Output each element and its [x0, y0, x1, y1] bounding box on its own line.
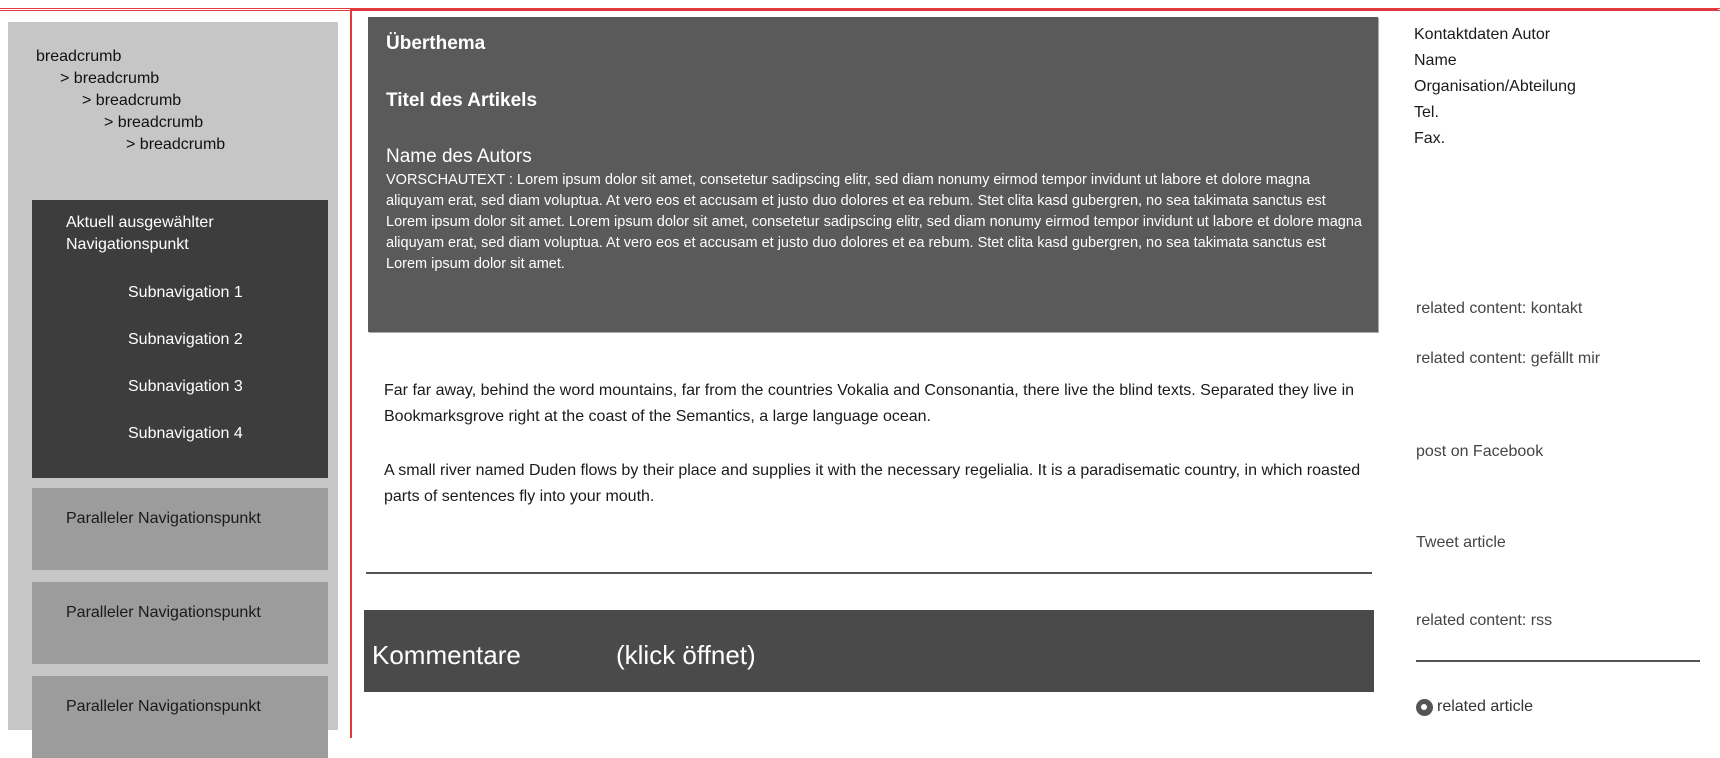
author-contact: Kontaktdaten Autor Name Organisation/Abt… — [1414, 22, 1576, 152]
contact-heading: Kontaktdaten Autor — [1414, 26, 1551, 43]
related-gefaellt-link[interactable]: related content: gefällt mir — [1416, 346, 1636, 371]
comments-toggle[interactable]: Kommentare (klick öffnet) — [364, 610, 1374, 692]
contact-fax: Fax. — [1414, 130, 1446, 147]
nav-item-label: Paralleler Navigationspunkt — [66, 698, 261, 715]
article-paragraph: A small river named Duden flows by their… — [384, 462, 1361, 505]
divider — [366, 572, 1372, 574]
nav-item-parallel[interactable]: Paralleler Navigationspunkt — [32, 582, 328, 664]
right-divider — [1416, 660, 1700, 662]
comments-hint: (klick öffnet) — [616, 640, 756, 670]
breadcrumb-item[interactable]: > breadcrumb — [36, 112, 225, 134]
breadcrumb-item[interactable]: breadcrumb — [36, 46, 225, 68]
related-rss-link[interactable]: related content: rss — [1416, 608, 1552, 633]
nav-item-label: Paralleler Navigationspunkt — [66, 510, 261, 527]
contact-tel: Tel. — [1414, 104, 1439, 121]
nav-item-parallel[interactable]: Paralleler Navigationspunkt — [32, 676, 328, 758]
contact-org: Organisation/Abteilung — [1414, 78, 1576, 95]
breadcrumb-item[interactable]: > breadcrumb — [36, 134, 225, 156]
article-preview: VORSCHAUTEXT : Lorem ipsum dolor sit ame… — [386, 172, 1362, 272]
subnav-item-3[interactable]: Subnavigation 3 — [128, 378, 243, 396]
subnav-item-4[interactable]: Subnavigation 4 — [128, 425, 243, 443]
breadcrumb: breadcrumb > breadcrumb > breadcrumb > b… — [36, 46, 225, 156]
related-kontakt-link[interactable]: related content: kontakt — [1416, 296, 1582, 321]
nav-item-active[interactable]: Aktuell ausgewählter Navigationspunkt — [66, 212, 306, 256]
subnav-item-2[interactable]: Subnavigation 2 — [128, 331, 243, 349]
article-title: Titel des Artikels — [386, 90, 538, 111]
article-superhead: Überthema — [386, 33, 486, 54]
breadcrumb-item[interactable]: > breadcrumb — [36, 68, 225, 90]
nav-item-parallel[interactable]: Paralleler Navigationspunkt — [32, 488, 328, 570]
tweet-article-link[interactable]: Tweet article — [1416, 530, 1506, 555]
sidebar: breadcrumb > breadcrumb > breadcrumb > b… — [8, 22, 338, 758]
subnav-item-1[interactable]: Subnavigation 1 — [128, 284, 243, 302]
comments-label: Kommentare — [372, 640, 521, 670]
article-author[interactable]: Name des Autors — [386, 146, 532, 168]
nav-item-label: Paralleler Navigationspunkt — [66, 604, 261, 621]
facebook-post-link[interactable]: post on Facebook — [1416, 439, 1543, 464]
article-header: Überthema Titel des Artikels Name des Au… — [368, 17, 1378, 332]
related-article-label: related article — [1437, 698, 1534, 715]
article-paragraph: Far far away, behind the word mountains,… — [384, 382, 1355, 425]
contact-name: Name — [1414, 52, 1457, 69]
speech-bubble-icon — [1416, 698, 1433, 716]
nav-active-section: Aktuell ausgewählter Navigationspunkt Su… — [32, 200, 328, 478]
related-article-link[interactable]: related article — [1416, 698, 1533, 716]
breadcrumb-item[interactable]: > breadcrumb — [36, 90, 225, 112]
